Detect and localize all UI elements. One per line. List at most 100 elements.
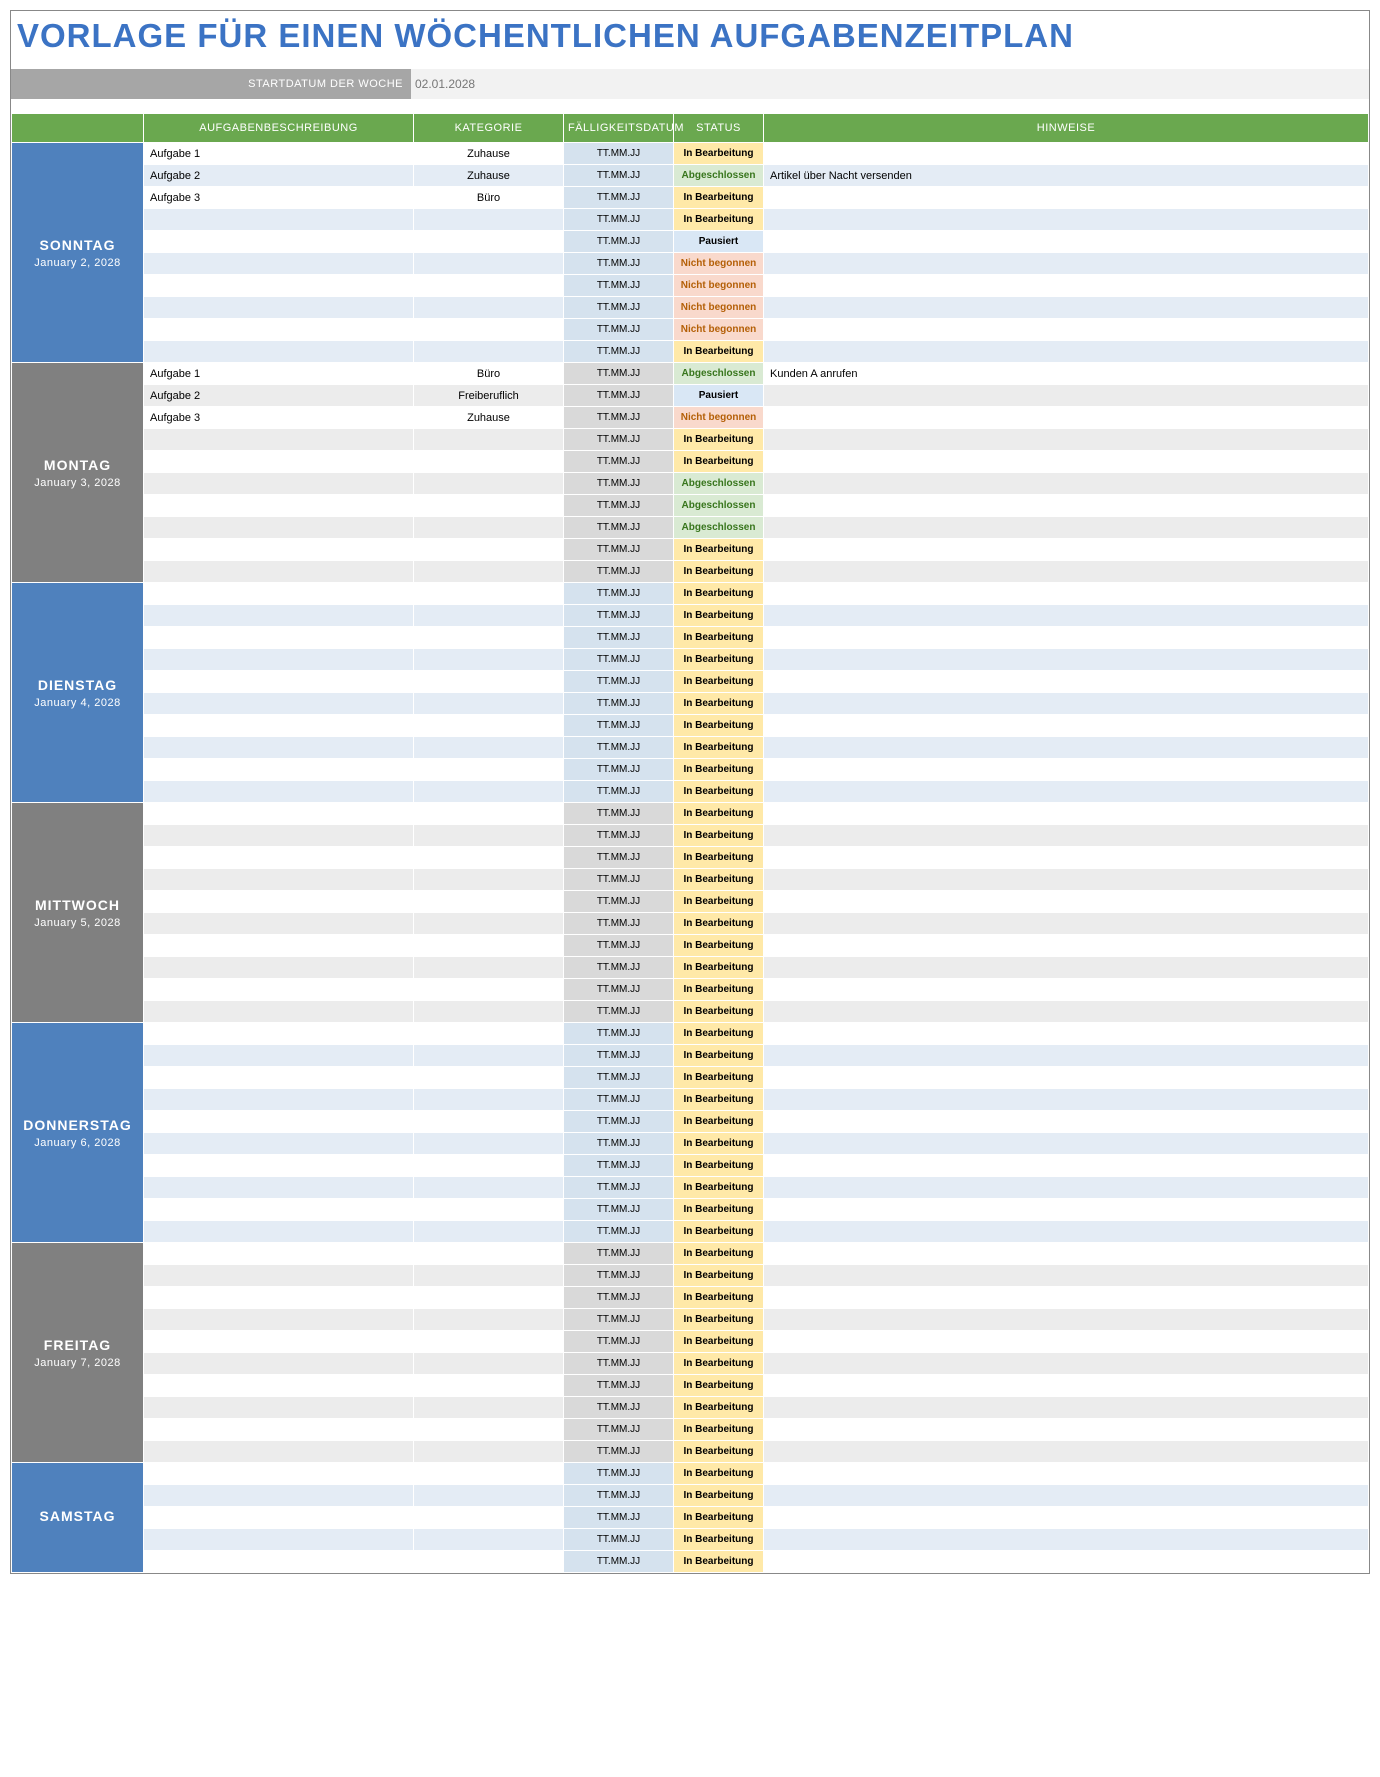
task-category[interactable] bbox=[414, 1397, 564, 1419]
task-status[interactable]: In Bearbeitung bbox=[674, 737, 764, 759]
task-due[interactable]: TT.MM.JJ bbox=[564, 891, 674, 913]
task-notes[interactable] bbox=[764, 1155, 1369, 1177]
task-description[interactable] bbox=[144, 297, 414, 319]
task-description[interactable]: Aufgabe 2 bbox=[144, 385, 414, 407]
task-due[interactable]: TT.MM.JJ bbox=[564, 1243, 674, 1265]
task-description[interactable] bbox=[144, 1331, 414, 1353]
task-notes[interactable] bbox=[764, 803, 1369, 825]
task-status[interactable]: In Bearbeitung bbox=[674, 1199, 764, 1221]
task-notes[interactable] bbox=[764, 319, 1369, 341]
task-due[interactable]: TT.MM.JJ bbox=[564, 165, 674, 187]
task-category[interactable] bbox=[414, 297, 564, 319]
task-category[interactable] bbox=[414, 1375, 564, 1397]
task-notes[interactable] bbox=[764, 693, 1369, 715]
task-category[interactable] bbox=[414, 1331, 564, 1353]
task-due[interactable]: TT.MM.JJ bbox=[564, 319, 674, 341]
task-status[interactable]: Abgeschlossen bbox=[674, 517, 764, 539]
task-due[interactable]: TT.MM.JJ bbox=[564, 495, 674, 517]
task-due[interactable]: TT.MM.JJ bbox=[564, 1155, 674, 1177]
task-category[interactable] bbox=[414, 825, 564, 847]
task-category[interactable] bbox=[414, 1243, 564, 1265]
task-due[interactable]: TT.MM.JJ bbox=[564, 517, 674, 539]
task-status[interactable]: In Bearbeitung bbox=[674, 1265, 764, 1287]
task-due[interactable]: TT.MM.JJ bbox=[564, 1177, 674, 1199]
task-due[interactable]: TT.MM.JJ bbox=[564, 187, 674, 209]
task-description[interactable] bbox=[144, 1353, 414, 1375]
task-status[interactable]: In Bearbeitung bbox=[674, 1331, 764, 1353]
task-category[interactable] bbox=[414, 1155, 564, 1177]
task-category[interactable] bbox=[414, 935, 564, 957]
task-status[interactable]: In Bearbeitung bbox=[674, 1551, 764, 1573]
task-notes[interactable] bbox=[764, 847, 1369, 869]
task-due[interactable]: TT.MM.JJ bbox=[564, 693, 674, 715]
task-notes[interactable] bbox=[764, 1309, 1369, 1331]
task-description[interactable] bbox=[144, 517, 414, 539]
task-due[interactable]: TT.MM.JJ bbox=[564, 143, 674, 165]
task-category[interactable] bbox=[414, 1287, 564, 1309]
task-description[interactable] bbox=[144, 341, 414, 363]
task-category[interactable] bbox=[414, 231, 564, 253]
task-due[interactable]: TT.MM.JJ bbox=[564, 1221, 674, 1243]
task-category[interactable] bbox=[414, 1441, 564, 1463]
task-category[interactable] bbox=[414, 275, 564, 297]
task-category[interactable]: Zuhause bbox=[414, 143, 564, 165]
task-notes[interactable] bbox=[764, 187, 1369, 209]
task-notes[interactable] bbox=[764, 1265, 1369, 1287]
task-notes[interactable] bbox=[764, 1419, 1369, 1441]
task-description[interactable] bbox=[144, 451, 414, 473]
task-category[interactable] bbox=[414, 1133, 564, 1155]
task-category[interactable] bbox=[414, 1067, 564, 1089]
task-status[interactable]: In Bearbeitung bbox=[674, 1397, 764, 1419]
task-notes[interactable] bbox=[764, 1375, 1369, 1397]
task-description[interactable]: Aufgabe 1 bbox=[144, 363, 414, 385]
task-status[interactable]: In Bearbeitung bbox=[674, 913, 764, 935]
task-notes[interactable] bbox=[764, 231, 1369, 253]
task-notes[interactable] bbox=[764, 473, 1369, 495]
task-status[interactable]: Nicht begonnen bbox=[674, 253, 764, 275]
task-category[interactable] bbox=[414, 957, 564, 979]
task-notes[interactable] bbox=[764, 1023, 1369, 1045]
task-description[interactable] bbox=[144, 1221, 414, 1243]
task-category[interactable] bbox=[414, 495, 564, 517]
task-notes[interactable] bbox=[764, 407, 1369, 429]
task-notes[interactable] bbox=[764, 957, 1369, 979]
task-category[interactable] bbox=[414, 1001, 564, 1023]
task-notes[interactable] bbox=[764, 1111, 1369, 1133]
task-category[interactable] bbox=[414, 1045, 564, 1067]
task-notes[interactable] bbox=[764, 759, 1369, 781]
task-status[interactable]: In Bearbeitung bbox=[674, 209, 764, 231]
task-notes[interactable] bbox=[764, 517, 1369, 539]
task-due[interactable]: TT.MM.JJ bbox=[564, 1023, 674, 1045]
task-category[interactable] bbox=[414, 1265, 564, 1287]
task-notes[interactable] bbox=[764, 715, 1369, 737]
task-status[interactable]: In Bearbeitung bbox=[674, 671, 764, 693]
task-notes[interactable] bbox=[764, 561, 1369, 583]
task-description[interactable] bbox=[144, 1067, 414, 1089]
task-description[interactable] bbox=[144, 781, 414, 803]
task-due[interactable]: TT.MM.JJ bbox=[564, 429, 674, 451]
task-notes[interactable] bbox=[764, 429, 1369, 451]
task-status[interactable]: In Bearbeitung bbox=[674, 1441, 764, 1463]
task-description[interactable] bbox=[144, 935, 414, 957]
task-category[interactable]: Zuhause bbox=[414, 165, 564, 187]
task-due[interactable]: TT.MM.JJ bbox=[564, 231, 674, 253]
task-status[interactable]: In Bearbeitung bbox=[674, 1353, 764, 1375]
task-category[interactable]: Zuhause bbox=[414, 407, 564, 429]
task-due[interactable]: TT.MM.JJ bbox=[564, 385, 674, 407]
task-description[interactable] bbox=[144, 1463, 414, 1485]
task-description[interactable] bbox=[144, 1485, 414, 1507]
task-description[interactable] bbox=[144, 1023, 414, 1045]
task-notes[interactable] bbox=[764, 1177, 1369, 1199]
task-status[interactable]: Pausiert bbox=[674, 231, 764, 253]
task-category[interactable] bbox=[414, 693, 564, 715]
task-due[interactable]: TT.MM.JJ bbox=[564, 1265, 674, 1287]
task-category[interactable] bbox=[414, 1529, 564, 1551]
task-description[interactable] bbox=[144, 231, 414, 253]
task-notes[interactable] bbox=[764, 451, 1369, 473]
task-status[interactable]: In Bearbeitung bbox=[674, 1485, 764, 1507]
task-status[interactable]: In Bearbeitung bbox=[674, 1529, 764, 1551]
task-due[interactable]: TT.MM.JJ bbox=[564, 759, 674, 781]
task-category[interactable] bbox=[414, 979, 564, 1001]
task-notes[interactable] bbox=[764, 1441, 1369, 1463]
task-description[interactable] bbox=[144, 605, 414, 627]
